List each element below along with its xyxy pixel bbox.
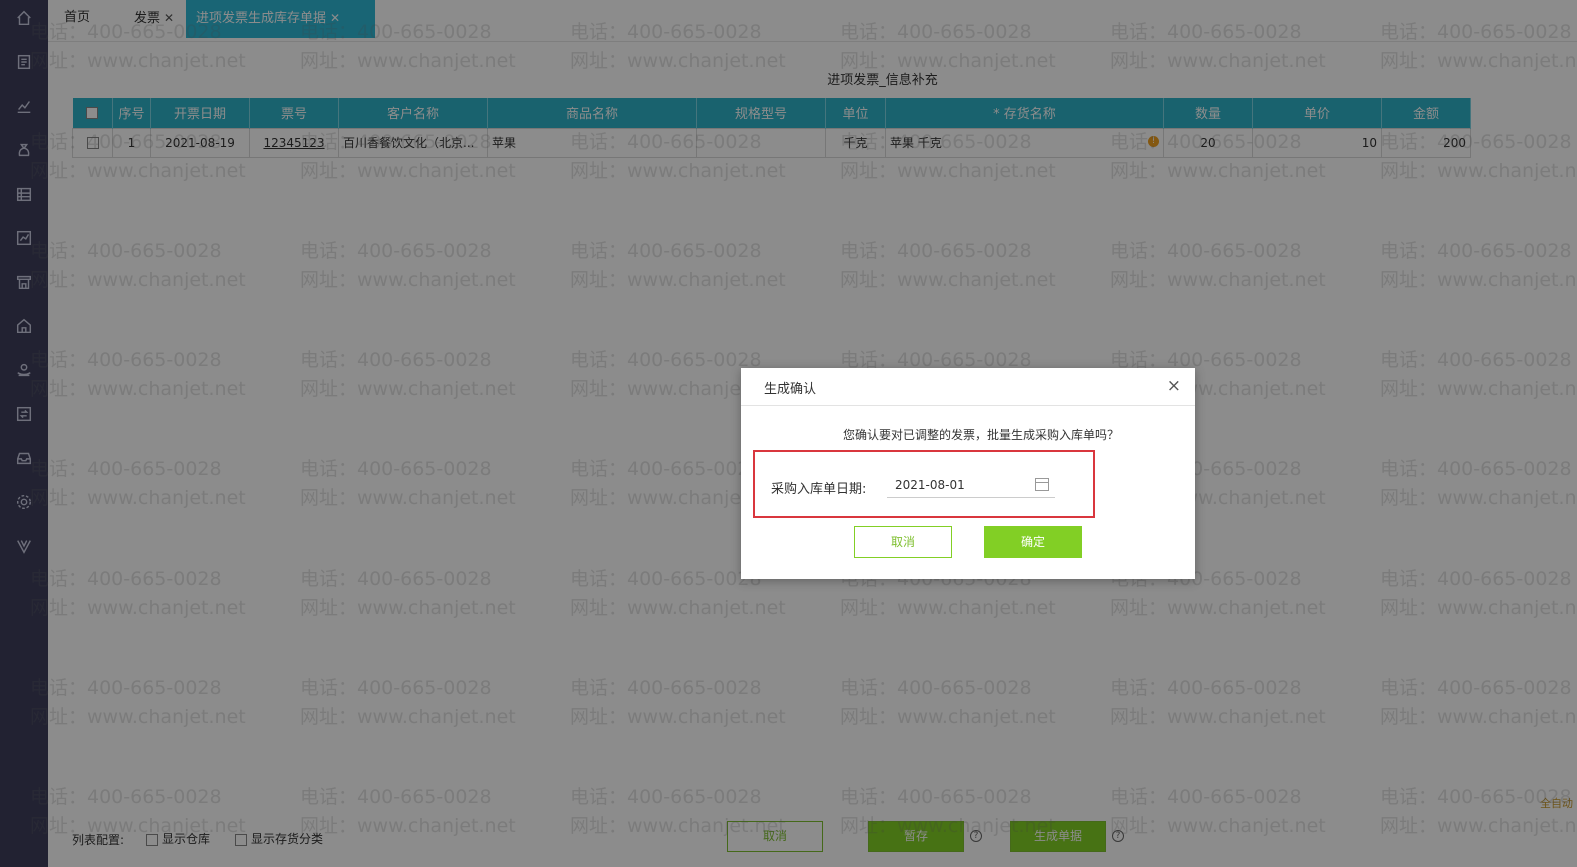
dialog-title: 生成确认 — [764, 382, 817, 397]
confirm-dialog: 生成确认 × 您确认要对已调整的发票，批量生成采购入库单吗？ 采购入库单日期: … — [741, 368, 1195, 579]
dialog-confirm-button[interactable]: 确定 — [984, 526, 1082, 558]
dialog-cancel-button[interactable]: 取消 — [854, 526, 952, 558]
close-icon[interactable]: × — [1167, 376, 1181, 396]
dialog-message: 您确认要对已调整的发票，批量生成采购入库单吗？ — [842, 428, 1119, 442]
calendar-icon[interactable] — [1035, 478, 1049, 491]
date-value: 2021-08-01 — [895, 478, 965, 492]
date-input[interactable]: 2021-08-01 — [887, 472, 1055, 498]
dialog-header: 生成确认 × — [741, 368, 1195, 406]
date-label: 采购入库单日期: — [771, 482, 867, 497]
